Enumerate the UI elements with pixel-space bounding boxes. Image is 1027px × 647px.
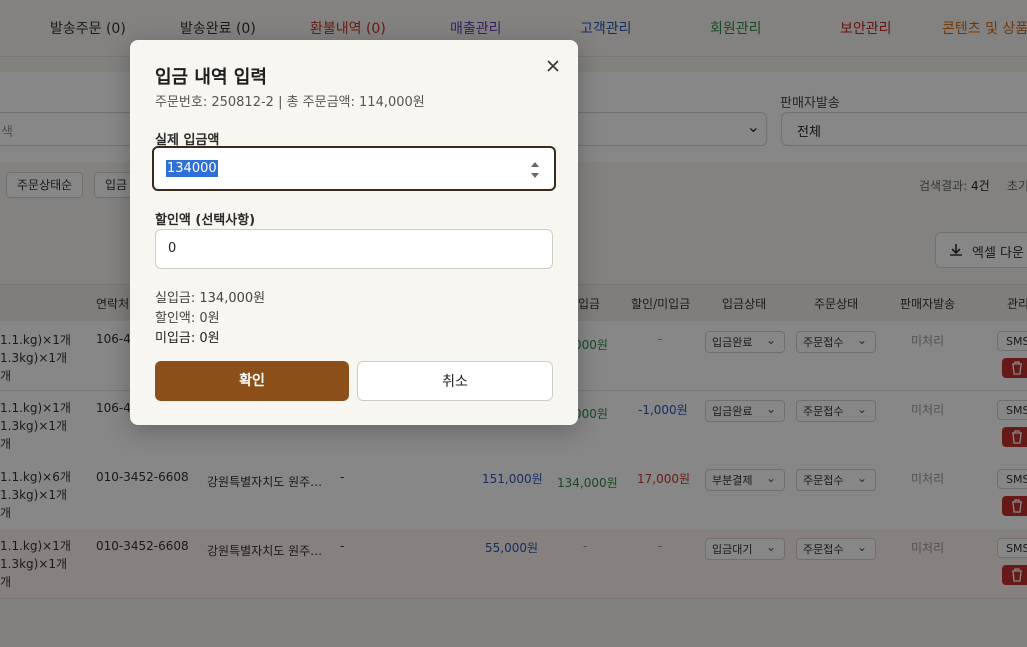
cancel-button[interactable]: 취소 xyxy=(357,361,553,401)
modal-subtitle: 주문번호: 250812-2 | 총 주문금액: 114,000원 xyxy=(155,95,425,110)
close-icon[interactable] xyxy=(542,55,564,77)
deposit-modal: 입금 내역 입력 주문번호: 250812-2 | 총 주문금액: 114,00… xyxy=(130,40,578,425)
discount-label: 할인액 (선택사항) xyxy=(155,213,256,228)
summary-discount: 할인액: 0원 xyxy=(155,311,220,326)
deposit-amount-input[interactable]: 134000 xyxy=(152,146,556,191)
number-spinner-icon[interactable] xyxy=(530,160,540,180)
discount-amount-value: 0 xyxy=(168,241,177,256)
summary-paid: 실입금: 134,000원 xyxy=(155,291,266,306)
modal-title: 입금 내역 입력 xyxy=(155,67,267,88)
summary-unpaid: 미입금: 0원 xyxy=(155,331,220,346)
deposit-amount-value: 134000 xyxy=(166,160,218,177)
confirm-button[interactable]: 확인 xyxy=(155,361,349,401)
discount-amount-input[interactable]: 0 xyxy=(155,229,553,269)
